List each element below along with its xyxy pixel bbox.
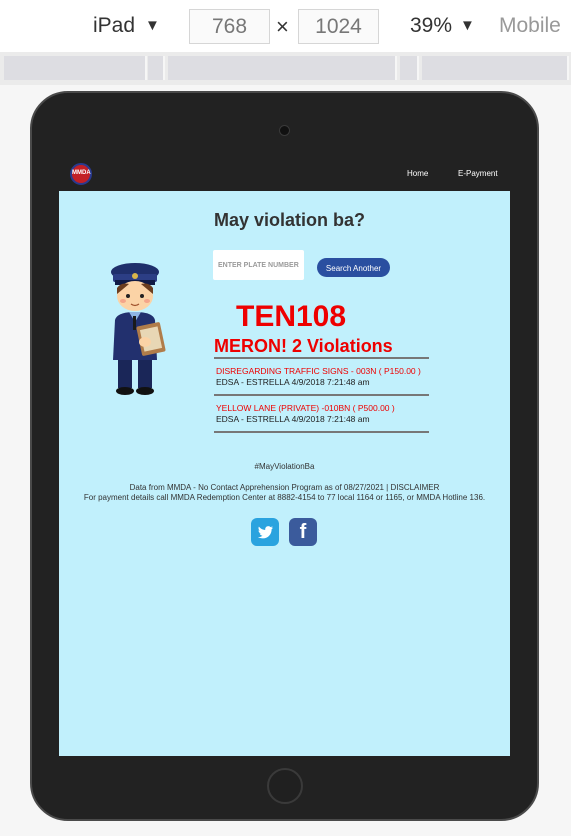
media-query-segment[interactable]	[4, 56, 147, 80]
list-item: YELLOW LANE (PRIVATE) -010BN ( P500.00 )…	[214, 394, 429, 433]
media-query-segment[interactable]	[400, 56, 419, 80]
dimension-separator: ×	[276, 14, 289, 39]
violation-location: EDSA - ESTRELLA 4/9/2018 7:21:48 am	[216, 377, 370, 387]
violation-list: DISREGARDING TRAFFIC SIGNS - 003N ( P150…	[214, 357, 429, 433]
device-screen: MMDA Home E-Payment May violation ba? EN…	[59, 156, 510, 756]
page-heading: May violation ba?	[214, 210, 366, 230]
officer-illustration	[111, 263, 166, 395]
plate-number-input[interactable]	[213, 250, 304, 280]
footer-text: Data from MMDA - No Contact Apprehension…	[71, 483, 498, 503]
zoom-selector[interactable]: 39% ▼	[410, 14, 475, 38]
nav-link-epayment[interactable]: E-Payment	[458, 169, 498, 178]
logo-text: MMDA	[72, 170, 91, 176]
violation-status: MERON! 2 Violations	[214, 336, 393, 356]
navbar: MMDA Home E-Payment	[59, 156, 510, 191]
mmda-logo[interactable]: MMDA	[70, 163, 92, 185]
footer-payment-info: For payment details call MMDA Redemption…	[83, 493, 486, 502]
hashtag: #MayViolationBa	[254, 462, 315, 471]
facebook-glyph: f	[299, 521, 307, 543]
media-query-segment[interactable]	[422, 56, 569, 80]
camera-icon	[279, 125, 290, 136]
media-query-bar[interactable]	[0, 52, 571, 85]
caret-down-icon: ▼	[460, 17, 475, 34]
media-query-segment[interactable]	[168, 56, 397, 80]
list-item: DISREGARDING TRAFFIC SIGNS - 003N ( P150…	[214, 357, 429, 394]
plate-number: TEN108	[236, 300, 347, 333]
home-button[interactable]	[267, 768, 303, 804]
violation-location: EDSA - ESTRELLA 4/9/2018 7:21:48 am	[216, 414, 370, 424]
device-label: iPad	[93, 14, 136, 37]
search-another-button[interactable]: Search Another	[317, 258, 390, 277]
width-input[interactable]: 768	[189, 9, 270, 44]
media-query-segment[interactable]	[148, 56, 165, 80]
footer-data-source: Data from MMDA - No Contact Apprehension…	[129, 483, 440, 492]
facebook-icon[interactable]: f	[289, 518, 317, 546]
nav-link-home[interactable]: Home	[407, 169, 428, 178]
device-selector[interactable]: iPad ▼	[93, 14, 160, 38]
violation-title: DISREGARDING TRAFFIC SIGNS - 003N ( P150…	[216, 366, 421, 376]
throttle-mode[interactable]: Mobile	[499, 14, 561, 38]
caret-down-icon: ▼	[145, 17, 160, 34]
violation-title: YELLOW LANE (PRIVATE) -010BN ( P500.00 )	[216, 403, 395, 413]
zoom-label: 39%	[410, 14, 453, 37]
devtools-toolbar: iPad ▼ 768 × 1024 39% ▼ Mobile	[0, 0, 571, 52]
height-input[interactable]: 1024	[298, 9, 379, 44]
twitter-icon[interactable]	[251, 518, 279, 546]
